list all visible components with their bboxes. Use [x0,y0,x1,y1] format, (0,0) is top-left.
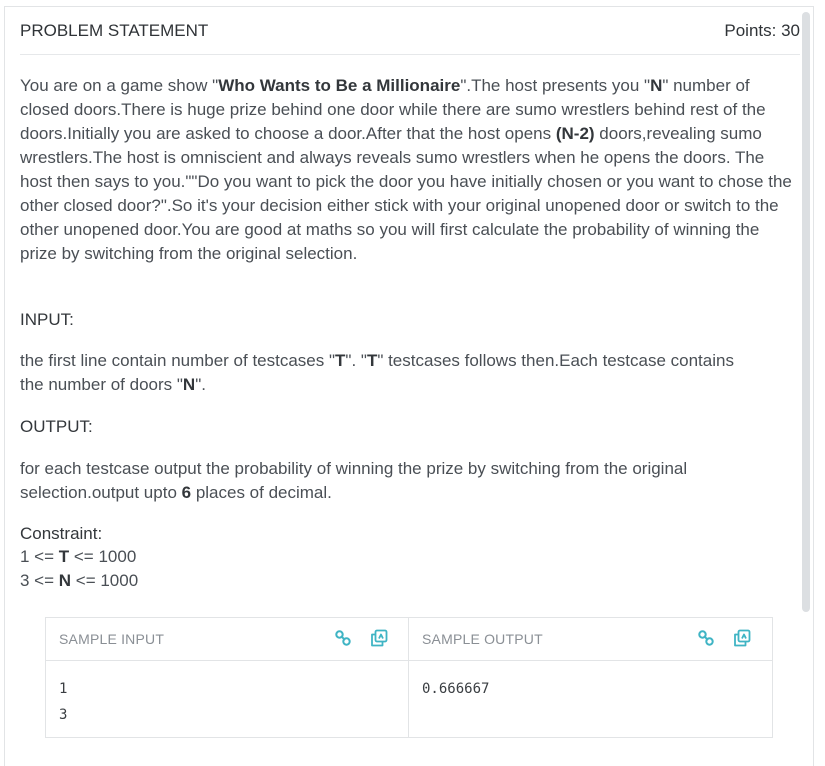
link-icon[interactable] [333,628,353,648]
sample-input-panel: SAMPLE INPUT 1 3 [46,618,409,737]
sample-input-header: SAMPLE INPUT [46,618,408,661]
text: <= 1000 [69,547,137,566]
problem-description: You are on a game show "Who Wants to Be … [20,74,795,266]
sample-output-title: SAMPLE OUTPUT [422,631,543,647]
text: places of decimal. [191,483,332,502]
sample-input-text: 1 3 [59,681,68,723]
var-n: N [650,76,663,95]
text: 3 <= [20,571,59,590]
text: ". [195,375,206,394]
constraint-heading: Constraint: [20,524,103,543]
var-t: T [335,351,346,370]
var-n-minus-2: (N-2) [555,124,595,143]
var-n: N [182,375,196,394]
sample-output-text: 0.666667 [422,681,490,697]
var-n: N [58,571,72,590]
decimal-places: 6 [181,483,192,502]
input-description: the first line contain number of testcas… [20,349,760,397]
text: You are on a game show " [20,76,219,95]
sample-output-panel: SAMPLE OUTPUT 0.666667 [409,618,772,737]
copy-icon[interactable] [732,628,752,648]
constraint-n: 3 <= N <= 1000 [20,569,138,593]
copy-icon[interactable] [369,628,389,648]
text: ". " [345,351,367,370]
link-icon[interactable] [696,628,716,648]
output-heading: OUTPUT: [20,417,93,436]
input-heading: INPUT: [20,310,74,329]
text: <= 1000 [71,571,139,590]
output-description: for each testcase output the probability… [20,457,795,505]
text: for each testcase output the probability… [20,459,688,502]
scrollbar[interactable] [802,12,810,612]
text: ".The host presents you " [460,76,651,95]
show-name: Who Wants to Be a Millionaire [218,76,461,95]
var-t: T [58,547,70,566]
text: doors,revealing sumo wrestlers.The host … [20,124,792,263]
text: the first line contain number of testcas… [20,351,336,370]
points-label: Points: 30 [724,21,800,40]
sample-input-title: SAMPLE INPUT [59,631,165,647]
constraint-t: 1 <= T <= 1000 [20,545,136,569]
problem-header: PROBLEM STATEMENT Points: 30 [20,20,800,55]
text: 1 <= [20,547,59,566]
var-t: T [366,351,378,370]
problem-title: PROBLEM STATEMENT [20,21,209,40]
sample-output-header: SAMPLE OUTPUT [409,618,772,661]
samples-box: SAMPLE INPUT 1 3 SAMPLE OUTPUT 0.666667 [45,617,773,738]
